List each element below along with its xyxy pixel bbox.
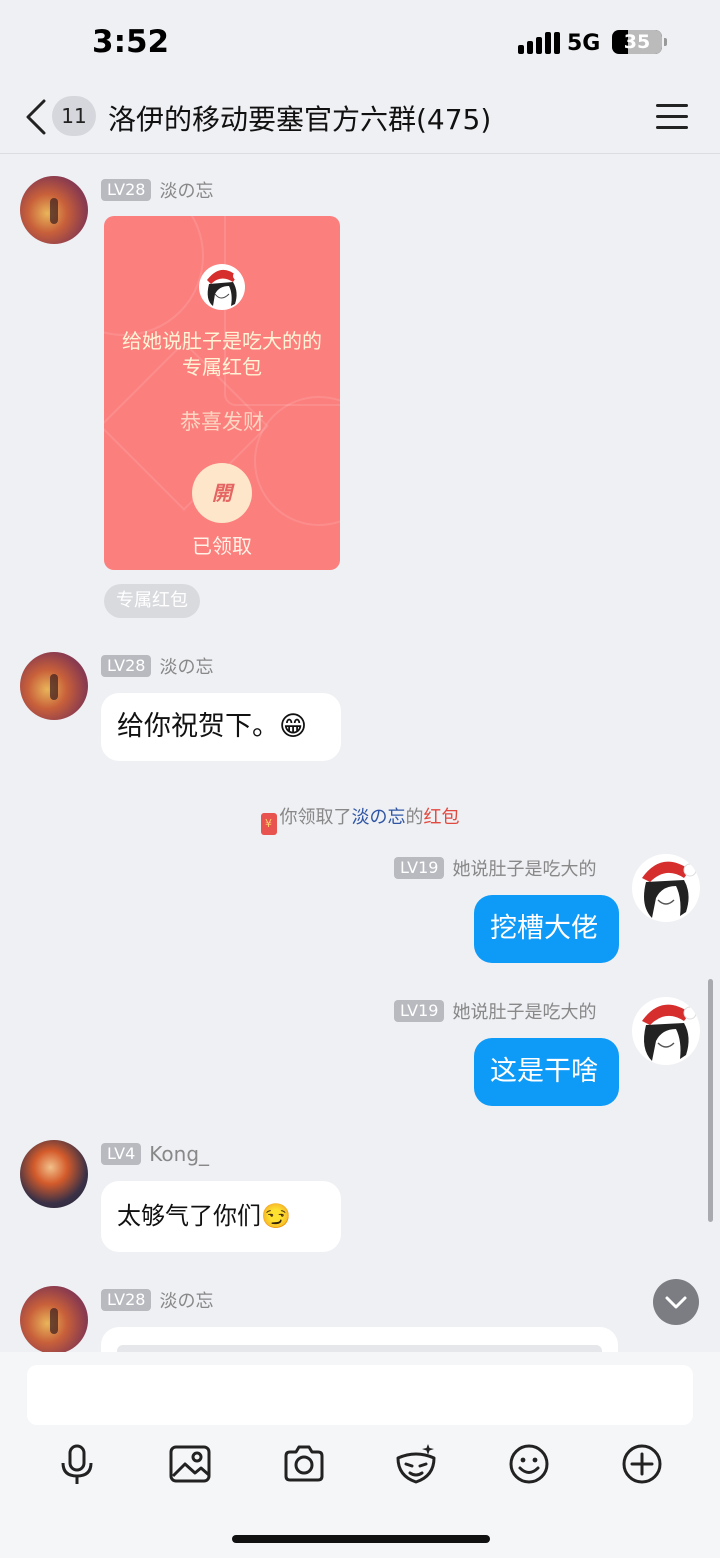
notice-user-link[interactable]: 淡の忘 (352, 807, 406, 828)
home-indicator[interactable] (232, 1535, 490, 1543)
red-packet-title: 给她说肚子是吃大的的专属红包 (122, 329, 322, 379)
system-notice: ¥ 你领取了淡の忘的红包 (0, 803, 720, 835)
message-meta: LV4 Kong_ (101, 1142, 209, 1166)
message-meta: LV28 淡の忘 (101, 178, 213, 202)
group-title[interactable]: 洛伊的移动要塞官方六群(475) (108, 98, 491, 138)
level-badge: LV28 (101, 655, 152, 677)
self-avatar[interactable] (632, 854, 700, 922)
scrollbar[interactable] (708, 979, 713, 1222)
sender-avatar[interactable] (20, 1140, 88, 1208)
battery-nub (664, 38, 667, 46)
sender-name[interactable]: 淡の忘 (159, 177, 213, 203)
level-badge: LV19 (394, 1000, 445, 1022)
open-red-packet-button[interactable]: 開 (192, 463, 252, 523)
signal-icon (518, 32, 560, 54)
level-badge: LV28 (101, 1289, 152, 1311)
message-list[interactable]: LV28 淡の忘 给她说肚子是吃大的的专属红包 恭喜发财 開 已领取 专属红包 … (0, 155, 720, 1352)
message-meta: LV28 淡の忘 (101, 1288, 213, 1312)
status-time: 3:52 (92, 24, 170, 60)
message-input[interactable] (27, 1365, 693, 1425)
message-bubble[interactable]: 这是干啥 (474, 1038, 619, 1106)
message-bubble[interactable]: 太够气了你们😏 (101, 1181, 341, 1252)
red-packet-type-tag: 专属红包 (104, 584, 200, 618)
battery-icon: 35 (612, 30, 662, 54)
sender-name[interactable]: 她说肚子是吃大的 (452, 998, 596, 1024)
composer (0, 1352, 720, 1558)
sender-name[interactable]: 淡の忘 (159, 653, 213, 679)
message-bubble[interactable]: 给你祝贺下。😁 (101, 693, 341, 761)
unread-count-badge[interactable]: 11 (52, 96, 96, 136)
image-icon[interactable] (168, 1442, 212, 1486)
sender-avatar[interactable] (20, 652, 88, 720)
emoji-icon[interactable] (507, 1442, 551, 1486)
self-avatar[interactable] (632, 997, 700, 1065)
message-meta: LV28 淡の忘 (101, 654, 213, 678)
back-chevron-icon[interactable] (24, 99, 48, 135)
menu-icon[interactable] (656, 104, 688, 130)
message-meta: LV19 她说肚子是吃大的 (394, 999, 596, 1023)
chat-header: 11 洛伊的移动要塞官方六群(475) (0, 84, 720, 154)
red-packet-wish: 恭喜发财 (180, 410, 264, 434)
red-packet-icon: ¥ (260, 813, 277, 835)
microphone-icon[interactable] (55, 1442, 99, 1486)
notice-red-packet-link[interactable]: 红包 (424, 807, 460, 828)
message-bubble[interactable] (101, 1327, 618, 1352)
red-packet-card[interactable]: 给她说肚子是吃大的的专属红包 恭喜发财 開 已领取 (104, 216, 340, 570)
camera-icon[interactable] (282, 1442, 326, 1486)
sender-avatar[interactable] (20, 1286, 88, 1352)
message-bubble[interactable]: 挖槽大佬 (474, 895, 619, 963)
sticker-icon[interactable] (394, 1442, 438, 1486)
scroll-to-bottom-button[interactable] (653, 1279, 699, 1325)
notice-middle: 的 (405, 807, 424, 828)
network-type: 5G (567, 31, 601, 56)
level-badge: LV28 (101, 179, 152, 201)
media-placeholder (117, 1345, 602, 1352)
sender-name[interactable]: 淡の忘 (159, 1287, 213, 1313)
sender-name[interactable]: Kong_ (149, 1142, 209, 1166)
sender-avatar[interactable] (20, 176, 88, 244)
notice-prefix: 你领取了 (279, 807, 352, 828)
sender-name[interactable]: 她说肚子是吃大的 (452, 855, 596, 881)
red-packet-recipient-avatar (199, 264, 245, 310)
chevron-down-icon (665, 1296, 687, 1309)
red-packet-status: 已领取 (192, 534, 252, 558)
level-badge: LV4 (101, 1143, 142, 1165)
red-packet-decoration (104, 216, 204, 336)
battery-level: 35 (623, 31, 651, 53)
message-meta: LV19 她说肚子是吃大的 (394, 856, 596, 880)
status-bar: 3:52 5G 35 (0, 0, 720, 84)
plus-icon[interactable] (620, 1442, 664, 1486)
level-badge: LV19 (394, 857, 445, 879)
